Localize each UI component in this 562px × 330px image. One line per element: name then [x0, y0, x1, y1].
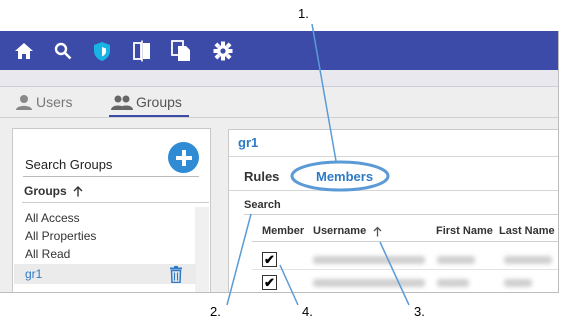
groups-header-label: Groups [24, 184, 67, 198]
title-divider [229, 156, 558, 157]
group-detail-panel: gr1 Rules Members Search Member Username… [228, 129, 558, 292]
tab-users-label: Users [36, 94, 73, 110]
group-icon [111, 95, 133, 110]
plus-icon [175, 149, 192, 166]
tab-groups[interactable]: Groups [111, 94, 182, 110]
tab-groups-label: Groups [136, 94, 182, 110]
column-member[interactable]: Member [262, 225, 304, 237]
column-last-name[interactable]: Last Name [499, 225, 555, 237]
member-checkbox[interactable]: ✔ [262, 275, 277, 290]
search-icon[interactable] [52, 40, 74, 62]
column-username[interactable]: Username [313, 225, 382, 237]
groups-scrollbar[interactable] [195, 207, 209, 292]
arrow-up-icon [373, 226, 382, 236]
tabs-divider [0, 117, 558, 118]
add-group-button[interactable] [168, 142, 199, 173]
shield-icon[interactable] [91, 40, 113, 62]
annotation-1: 1. [298, 6, 309, 21]
gear-icon[interactable] [212, 40, 234, 62]
tab-members[interactable]: Members [316, 169, 373, 184]
trash-icon[interactable] [169, 266, 183, 283]
last-name-cell-redacted [504, 256, 552, 264]
sub-toolbar [0, 70, 558, 87]
search-groups-input[interactable]: Search Groups [25, 157, 112, 172]
search-underline [23, 176, 199, 177]
top-toolbar [0, 31, 558, 70]
groups-header-divider [22, 202, 209, 203]
detail-tabs-divider [229, 190, 558, 191]
username-cell-redacted [313, 256, 425, 264]
first-name-cell-redacted [437, 279, 469, 287]
column-username-label: Username [313, 225, 367, 237]
group-item[interactable]: All Access [25, 211, 80, 225]
annotation-3: 3. [414, 304, 425, 319]
column-first-name[interactable]: First Name [436, 225, 493, 237]
columns-divider [252, 241, 558, 242]
copy-icon[interactable] [170, 40, 192, 62]
arrow-up-icon [73, 185, 83, 196]
username-cell-redacted [313, 279, 425, 287]
annotation-4: 4. [302, 304, 313, 319]
groups-panel: Search Groups Groups All Access All Prop… [12, 128, 211, 292]
groups-column-header[interactable]: Groups [24, 184, 83, 198]
search-underline [244, 214, 558, 215]
members-search-input[interactable]: Search [244, 199, 281, 211]
group-item-selected[interactable]: gr1 [25, 267, 42, 281]
group-title: gr1 [238, 135, 259, 150]
tab-rules[interactable]: Rules [244, 169, 279, 184]
home-icon[interactable] [13, 40, 35, 62]
annotation-2: 2. [210, 304, 221, 319]
user-icon [16, 95, 32, 110]
group-item[interactable]: All Read [25, 247, 70, 261]
member-checkbox[interactable]: ✔ [262, 252, 277, 267]
compare-icon[interactable] [131, 40, 153, 62]
group-item[interactable]: All Properties [25, 229, 96, 243]
tab-users[interactable]: Users [15, 94, 73, 110]
last-name-cell-redacted [504, 279, 532, 287]
main-content: Users Groups Search Groups Groups All Ac… [0, 87, 558, 292]
app-window: Users Groups Search Groups Groups All Ac… [0, 31, 559, 293]
first-name-cell-redacted [437, 256, 475, 264]
row-divider [252, 269, 558, 270]
